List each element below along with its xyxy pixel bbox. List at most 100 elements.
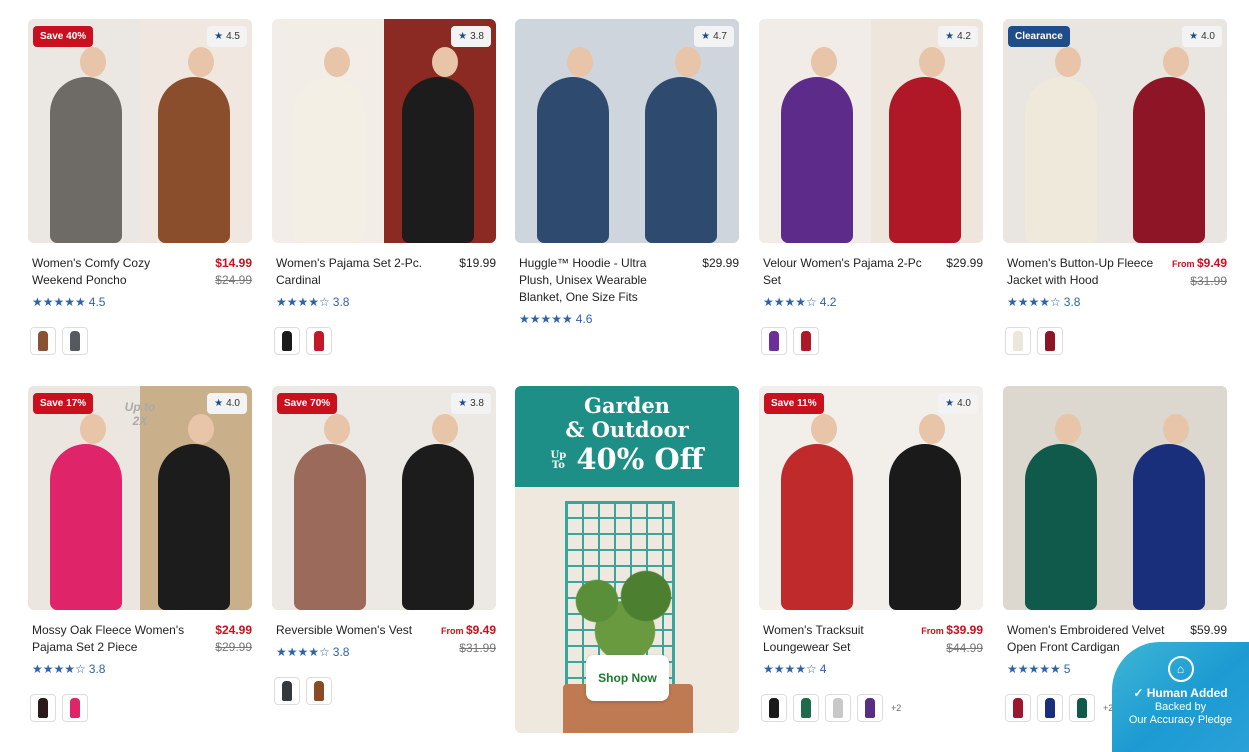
swatch-color [769,331,779,351]
shop-now-button[interactable]: Shop Now [586,655,669,701]
swatch-color [1045,698,1055,718]
product-price: $29.99 [946,255,983,272]
color-swatch[interactable] [1037,694,1063,722]
product-image[interactable] [1003,386,1227,610]
rating-badge-value: 3.8 [470,398,484,409]
model-head [675,47,701,77]
product-card[interactable]: Up to 2X Save 17% ★ 4.0 Mossy Oak Fleece Wom… [28,386,252,722]
color-swatch[interactable] [825,694,851,722]
star-icon: ★ [1189,31,1199,42]
star-rating[interactable]: ★★★★☆ 4.2 [759,295,983,309]
color-swatch[interactable] [793,327,819,355]
stars-icon: ★★★★☆ [763,295,817,309]
star-rating[interactable]: ★★★★★ 4.5 [28,295,252,309]
color-swatch[interactable] [30,694,56,722]
product-card[interactable]: Save 70% ★ 3.8 Reversible Women's Vest From … [272,386,496,705]
color-swatch[interactable] [62,327,88,355]
product-name[interactable]: Women's Tracksuit Loungewear Set [759,622,927,656]
model-head [80,414,106,444]
product-image[interactable]: ★ 4.7 [515,19,739,243]
product-price: From $9.49 $31.99 [441,622,496,657]
swatch-color [801,331,811,351]
product-card[interactable]: ★ 3.8 Women's Pajama Set 2-Pc. Cardinal $19… [272,19,496,355]
color-swatch[interactable] [1005,694,1031,722]
product-name[interactable]: Women's Pajama Set 2-Pc. Cardinal [272,255,440,289]
product-card[interactable]: Save 40% ★ 4.5 Women's Comfy Cozy Weekend P… [28,19,252,355]
model-figure [781,77,853,243]
model-head [432,47,458,77]
stars-icon: ★★★★☆ [276,645,330,659]
model-figure [1133,77,1205,243]
star-rating[interactable]: ★★★★★ 4.6 [515,312,739,326]
color-swatch[interactable] [793,694,819,722]
color-swatch[interactable] [30,327,56,355]
price-value: $9.49 [465,623,496,637]
product-name[interactable]: Mossy Oak Fleece Women's Pajama Set 2 Pi… [28,622,196,656]
star-icon: ★ [945,31,955,42]
more-colors[interactable]: +2 [891,703,901,713]
color-swatch[interactable] [306,677,332,705]
color-swatch[interactable] [761,694,787,722]
human-added-title: ✓ Human Added [1112,686,1249,701]
model-head [1163,414,1189,444]
model-figure [1133,444,1205,610]
price-value: $29.99 [946,256,983,270]
price-value: $39.99 [946,623,983,637]
star-rating[interactable]: ★★★★☆ 4 [759,662,983,676]
product-card[interactable]: ★ 4.7 Huggle™ Hoodie - Ultra Plush, Unisex… [515,19,739,326]
product-card[interactable]: Clearance ★ 4.0 Women's Button-Up Fleece Ja… [1003,19,1227,355]
rating-badge: ★ 4.2 [938,26,978,47]
promo-headline: Garden & Outdoor Up To 40% Off [515,386,739,487]
color-swatch[interactable] [274,677,300,705]
price-value: $29.99 [702,256,739,270]
rating-value: 3.8 [1063,295,1081,309]
star-rating[interactable]: ★★★★☆ 3.8 [272,295,496,309]
product-price: $59.99 [1190,622,1227,639]
promo-line3: Up To 40% Off [515,442,739,476]
color-swatch[interactable] [306,327,332,355]
product-price: From $9.49 $31.99 [1172,255,1227,290]
rating-badge: ★ 3.8 [451,393,491,414]
product-image[interactable]: ★ 4.2 [759,19,983,243]
color-swatch[interactable] [274,327,300,355]
swatch-color [1077,698,1087,718]
product-image[interactable]: Save 70% ★ 3.8 [272,386,496,610]
stars-icon: ★★★★★ [1007,662,1061,676]
product-card[interactable]: ★ 4.2 Velour Women's Pajama 2-Pc Set $29.99… [759,19,983,355]
star-rating[interactable]: ★★★★☆ 3.8 [28,662,252,676]
color-swatch[interactable] [761,327,787,355]
promo-banner[interactable]: Garden & Outdoor Up To 40% Off Shop Now [515,386,739,733]
product-card[interactable]: Save 11% ★ 4.0 Women's Tracksuit Loungewear… [759,386,983,722]
product-name[interactable]: Reversible Women's Vest [272,622,440,639]
product-name[interactable]: Huggle™ Hoodie - Ultra Plush, Unisex Wea… [515,255,683,306]
product-image[interactable]: Up to 2X Save 17% ★ 4.0 [28,386,252,610]
from-label: From [921,626,947,636]
color-swatch[interactable] [1005,327,1031,355]
color-swatch[interactable] [1037,327,1063,355]
model-figure [50,444,122,610]
price-value: $9.49 [1196,256,1227,270]
model-figure [158,444,230,610]
product-image[interactable]: Save 40% ★ 4.5 [28,19,252,243]
model-head [919,47,945,77]
star-rating[interactable]: ★★★★☆ 3.8 [1003,295,1227,309]
model-head [324,414,350,444]
product-name[interactable]: Women's Comfy Cozy Weekend Poncho [28,255,196,289]
product-name[interactable]: Women's Button-Up Fleece Jacket with Hoo… [1003,255,1171,289]
model-figure [158,77,230,243]
product-name[interactable]: Velour Women's Pajama 2-Pc Set [759,255,927,289]
model-figure [889,444,961,610]
product-image[interactable]: ★ 3.8 [272,19,496,243]
rating-value: 4.6 [575,312,593,326]
stars-icon: ★★★★★ [32,295,86,309]
color-swatch[interactable] [1069,694,1095,722]
product-image[interactable]: Clearance ★ 4.0 [1003,19,1227,243]
product-image[interactable]: Save 11% ★ 4.0 [759,386,983,610]
save-badge: Save 40% [33,26,94,47]
product-info: Mossy Oak Fleece Women's Pajama Set 2 Pi… [28,622,252,722]
human-added-badge[interactable]: ⌂ ✓ Human Added Backed by Our Accuracy P… [1112,642,1249,752]
color-swatches [759,327,983,355]
swatch-color [801,698,811,718]
color-swatch[interactable] [857,694,883,722]
color-swatch[interactable] [62,694,88,722]
